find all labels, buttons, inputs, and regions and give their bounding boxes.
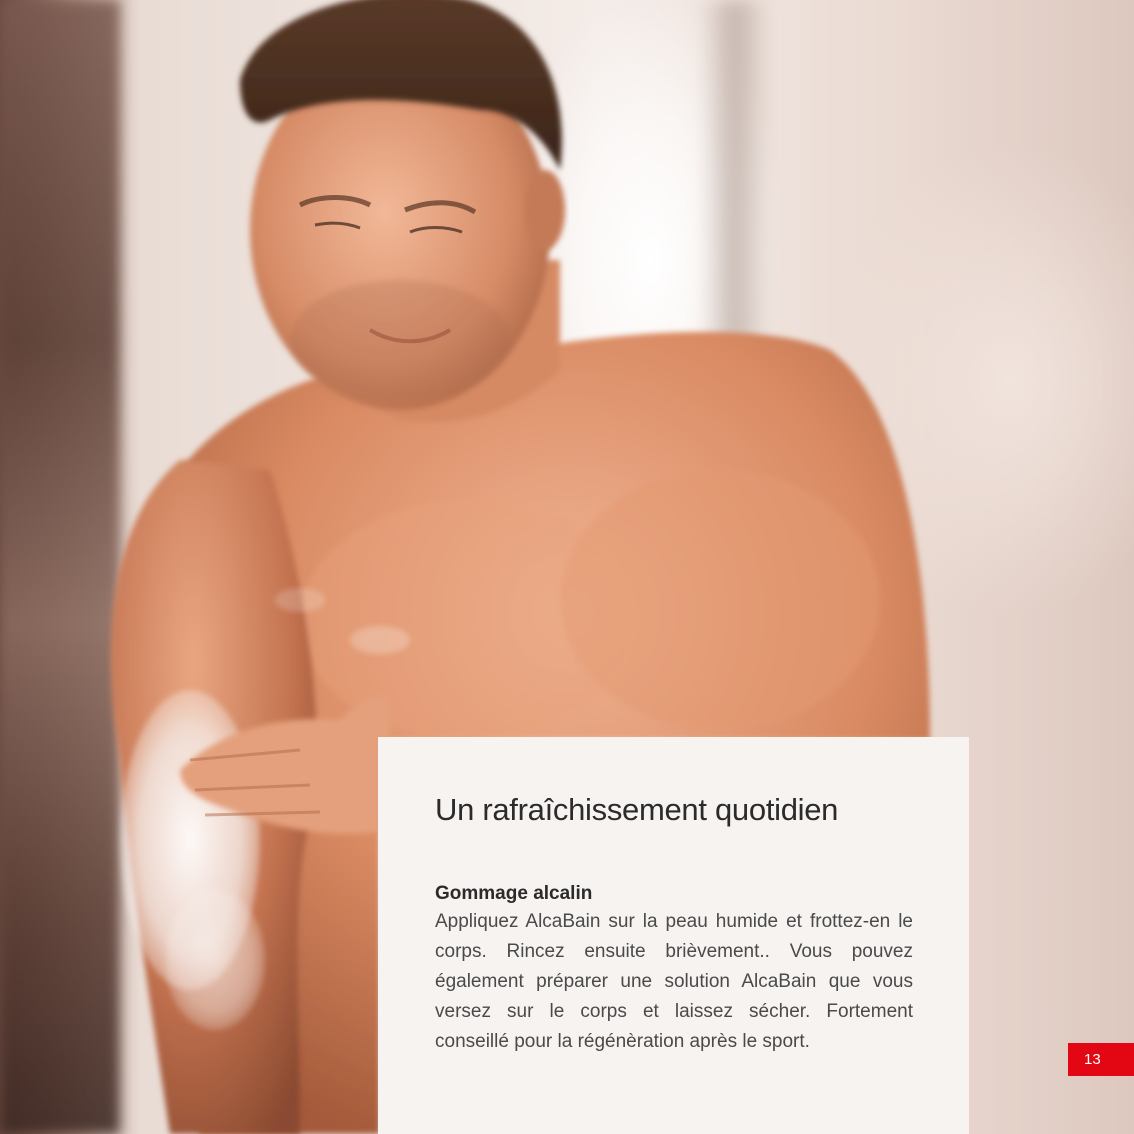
brochure-page: Un rafraîchissement quotidien Gommage al… <box>0 0 1134 1134</box>
card-title: Un rafraîchissement quotidien <box>435 792 839 827</box>
card-body-text: Appliquez AlcaBain sur la peau humide et… <box>435 911 913 1052</box>
page-number-badge: 13 <box>1068 1043 1134 1076</box>
text-card: Un rafraîchissement quotidien Gommage al… <box>378 737 969 1134</box>
card-subtitle: Gommage alcalin <box>435 883 593 904</box>
